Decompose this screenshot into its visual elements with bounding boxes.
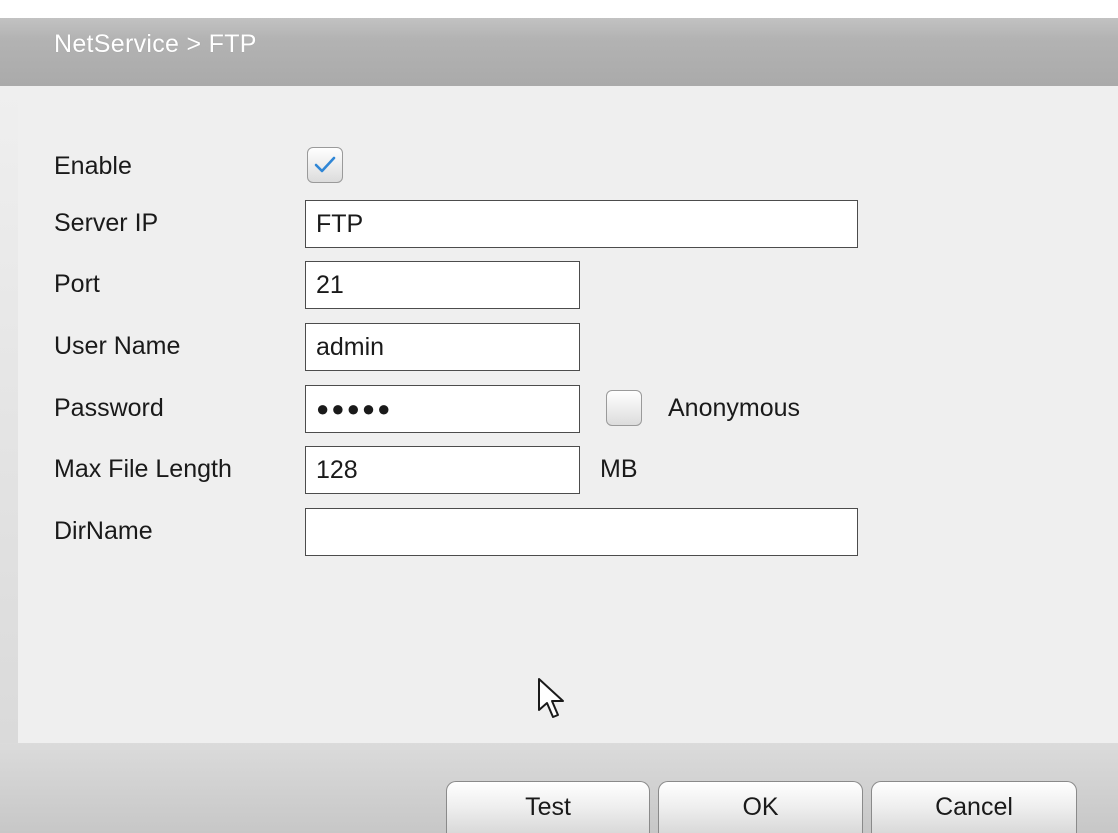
dir-name-field[interactable]	[305, 508, 858, 556]
enable-label: Enable	[54, 152, 132, 180]
anonymous-label: Anonymous	[668, 394, 801, 422]
server-ip-field[interactable]: FTP	[305, 200, 858, 248]
max-file-length-unit: MB	[600, 455, 638, 483]
checkmark-icon	[314, 156, 336, 173]
ftp-settings-window: NetService > FTP Enable Server IP FTP Po…	[0, 0, 1118, 833]
port-label: Port	[54, 270, 100, 298]
test-button[interactable]: Test	[446, 781, 650, 833]
user-name-field[interactable]: admin	[305, 323, 580, 371]
cancel-button[interactable]: Cancel	[871, 781, 1077, 833]
anonymous-checkbox[interactable]	[606, 390, 642, 426]
server-ip-label: Server IP	[54, 209, 159, 237]
password-label: Password	[54, 394, 164, 422]
mouse-pointer-icon	[538, 678, 564, 718]
enable-checkbox[interactable]	[307, 147, 343, 183]
max-file-length-field[interactable]: 128	[305, 446, 580, 494]
max-file-length-label: Max File Length	[54, 455, 232, 483]
password-field[interactable]: ●●●●●	[305, 385, 580, 433]
dir-name-label: DirName	[54, 517, 153, 545]
port-field[interactable]: 21	[305, 261, 580, 309]
title-bar: NetService > FTP	[0, 0, 1118, 86]
window-title: NetService > FTP	[54, 30, 257, 58]
title-bar-top-strip	[0, 0, 1118, 18]
user-name-label: User Name	[54, 332, 181, 360]
ok-button[interactable]: OK	[658, 781, 863, 833]
